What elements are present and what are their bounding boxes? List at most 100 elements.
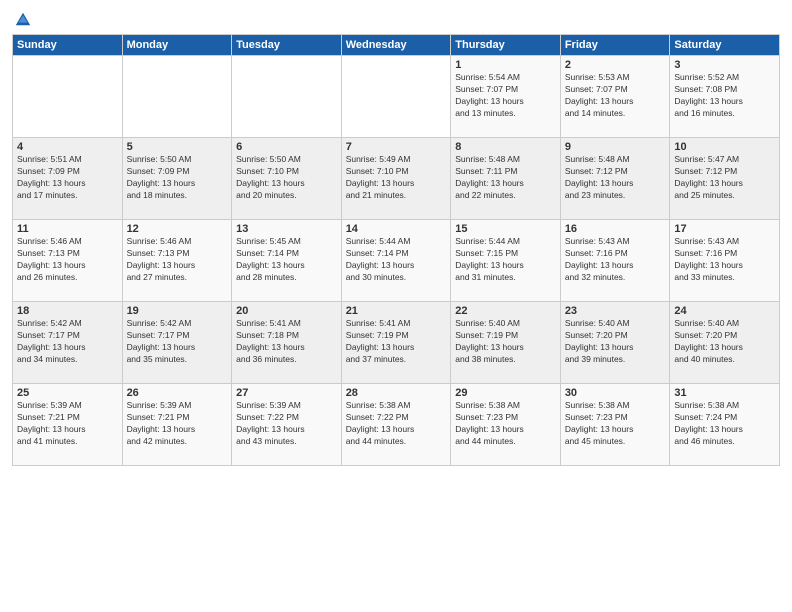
calendar-cell	[232, 56, 342, 138]
day-info: Sunrise: 5:38 AM Sunset: 7:24 PM Dayligh…	[674, 400, 775, 448]
day-info: Sunrise: 5:41 AM Sunset: 7:18 PM Dayligh…	[236, 318, 337, 366]
day-info: Sunrise: 5:42 AM Sunset: 7:17 PM Dayligh…	[127, 318, 228, 366]
calendar: SundayMondayTuesdayWednesdayThursdayFrid…	[12, 34, 780, 466]
day-number: 24	[674, 305, 775, 317]
day-info: Sunrise: 5:43 AM Sunset: 7:16 PM Dayligh…	[565, 236, 666, 284]
calendar-cell: 11Sunrise: 5:46 AM Sunset: 7:13 PM Dayli…	[13, 220, 123, 302]
day-number: 29	[455, 387, 556, 399]
calendar-cell: 7Sunrise: 5:49 AM Sunset: 7:10 PM Daylig…	[341, 138, 451, 220]
calendar-cell: 8Sunrise: 5:48 AM Sunset: 7:11 PM Daylig…	[451, 138, 561, 220]
day-info: Sunrise: 5:39 AM Sunset: 7:22 PM Dayligh…	[236, 400, 337, 448]
day-info: Sunrise: 5:39 AM Sunset: 7:21 PM Dayligh…	[17, 400, 118, 448]
calendar-cell: 18Sunrise: 5:42 AM Sunset: 7:17 PM Dayli…	[13, 302, 123, 384]
calendar-cell: 14Sunrise: 5:44 AM Sunset: 7:14 PM Dayli…	[341, 220, 451, 302]
day-number: 1	[455, 59, 556, 71]
logo	[12, 10, 32, 28]
week-row-4: 18Sunrise: 5:42 AM Sunset: 7:17 PM Dayli…	[13, 302, 780, 384]
weekday-header-monday: Monday	[122, 35, 232, 56]
day-number: 17	[674, 223, 775, 235]
day-info: Sunrise: 5:47 AM Sunset: 7:12 PM Dayligh…	[674, 154, 775, 202]
calendar-cell: 23Sunrise: 5:40 AM Sunset: 7:20 PM Dayli…	[560, 302, 670, 384]
weekday-header-wednesday: Wednesday	[341, 35, 451, 56]
day-info: Sunrise: 5:44 AM Sunset: 7:14 PM Dayligh…	[346, 236, 447, 284]
day-info: Sunrise: 5:50 AM Sunset: 7:09 PM Dayligh…	[127, 154, 228, 202]
day-info: Sunrise: 5:48 AM Sunset: 7:11 PM Dayligh…	[455, 154, 556, 202]
calendar-cell	[13, 56, 123, 138]
calendar-cell: 13Sunrise: 5:45 AM Sunset: 7:14 PM Dayli…	[232, 220, 342, 302]
day-info: Sunrise: 5:40 AM Sunset: 7:19 PM Dayligh…	[455, 318, 556, 366]
weekday-header-tuesday: Tuesday	[232, 35, 342, 56]
calendar-cell: 6Sunrise: 5:50 AM Sunset: 7:10 PM Daylig…	[232, 138, 342, 220]
day-info: Sunrise: 5:52 AM Sunset: 7:08 PM Dayligh…	[674, 72, 775, 120]
week-row-1: 1Sunrise: 5:54 AM Sunset: 7:07 PM Daylig…	[13, 56, 780, 138]
day-number: 10	[674, 141, 775, 153]
calendar-cell: 9Sunrise: 5:48 AM Sunset: 7:12 PM Daylig…	[560, 138, 670, 220]
calendar-cell: 15Sunrise: 5:44 AM Sunset: 7:15 PM Dayli…	[451, 220, 561, 302]
calendar-cell: 24Sunrise: 5:40 AM Sunset: 7:20 PM Dayli…	[670, 302, 780, 384]
calendar-cell: 27Sunrise: 5:39 AM Sunset: 7:22 PM Dayli…	[232, 384, 342, 466]
day-number: 20	[236, 305, 337, 317]
day-info: Sunrise: 5:49 AM Sunset: 7:10 PM Dayligh…	[346, 154, 447, 202]
weekday-header-friday: Friday	[560, 35, 670, 56]
calendar-cell: 22Sunrise: 5:40 AM Sunset: 7:19 PM Dayli…	[451, 302, 561, 384]
day-number: 4	[17, 141, 118, 153]
calendar-cell: 5Sunrise: 5:50 AM Sunset: 7:09 PM Daylig…	[122, 138, 232, 220]
weekday-header-sunday: Sunday	[13, 35, 123, 56]
weekday-header-thursday: Thursday	[451, 35, 561, 56]
day-number: 16	[565, 223, 666, 235]
day-info: Sunrise: 5:50 AM Sunset: 7:10 PM Dayligh…	[236, 154, 337, 202]
page: SundayMondayTuesdayWednesdayThursdayFrid…	[0, 0, 792, 612]
header	[12, 10, 780, 28]
calendar-cell: 26Sunrise: 5:39 AM Sunset: 7:21 PM Dayli…	[122, 384, 232, 466]
calendar-cell: 17Sunrise: 5:43 AM Sunset: 7:16 PM Dayli…	[670, 220, 780, 302]
day-number: 9	[565, 141, 666, 153]
calendar-cell: 28Sunrise: 5:38 AM Sunset: 7:22 PM Dayli…	[341, 384, 451, 466]
week-row-2: 4Sunrise: 5:51 AM Sunset: 7:09 PM Daylig…	[13, 138, 780, 220]
day-number: 15	[455, 223, 556, 235]
calendar-cell: 2Sunrise: 5:53 AM Sunset: 7:07 PM Daylig…	[560, 56, 670, 138]
week-row-3: 11Sunrise: 5:46 AM Sunset: 7:13 PM Dayli…	[13, 220, 780, 302]
day-number: 21	[346, 305, 447, 317]
weekday-header-saturday: Saturday	[670, 35, 780, 56]
day-info: Sunrise: 5:42 AM Sunset: 7:17 PM Dayligh…	[17, 318, 118, 366]
day-info: Sunrise: 5:45 AM Sunset: 7:14 PM Dayligh…	[236, 236, 337, 284]
day-number: 5	[127, 141, 228, 153]
calendar-cell: 16Sunrise: 5:43 AM Sunset: 7:16 PM Dayli…	[560, 220, 670, 302]
day-number: 23	[565, 305, 666, 317]
day-info: Sunrise: 5:48 AM Sunset: 7:12 PM Dayligh…	[565, 154, 666, 202]
day-info: Sunrise: 5:38 AM Sunset: 7:23 PM Dayligh…	[565, 400, 666, 448]
day-info: Sunrise: 5:54 AM Sunset: 7:07 PM Dayligh…	[455, 72, 556, 120]
calendar-cell: 21Sunrise: 5:41 AM Sunset: 7:19 PM Dayli…	[341, 302, 451, 384]
day-number: 6	[236, 141, 337, 153]
day-number: 3	[674, 59, 775, 71]
calendar-cell: 30Sunrise: 5:38 AM Sunset: 7:23 PM Dayli…	[560, 384, 670, 466]
day-info: Sunrise: 5:41 AM Sunset: 7:19 PM Dayligh…	[346, 318, 447, 366]
day-number: 12	[127, 223, 228, 235]
calendar-cell: 10Sunrise: 5:47 AM Sunset: 7:12 PM Dayli…	[670, 138, 780, 220]
day-number: 22	[455, 305, 556, 317]
calendar-cell: 1Sunrise: 5:54 AM Sunset: 7:07 PM Daylig…	[451, 56, 561, 138]
calendar-cell	[341, 56, 451, 138]
day-info: Sunrise: 5:43 AM Sunset: 7:16 PM Dayligh…	[674, 236, 775, 284]
calendar-cell: 29Sunrise: 5:38 AM Sunset: 7:23 PM Dayli…	[451, 384, 561, 466]
calendar-cell	[122, 56, 232, 138]
day-info: Sunrise: 5:39 AM Sunset: 7:21 PM Dayligh…	[127, 400, 228, 448]
day-info: Sunrise: 5:38 AM Sunset: 7:22 PM Dayligh…	[346, 400, 447, 448]
day-number: 18	[17, 305, 118, 317]
day-number: 8	[455, 141, 556, 153]
day-number: 27	[236, 387, 337, 399]
day-number: 13	[236, 223, 337, 235]
calendar-cell: 19Sunrise: 5:42 AM Sunset: 7:17 PM Dayli…	[122, 302, 232, 384]
day-number: 31	[674, 387, 775, 399]
day-number: 30	[565, 387, 666, 399]
day-info: Sunrise: 5:40 AM Sunset: 7:20 PM Dayligh…	[565, 318, 666, 366]
weekday-header-row: SundayMondayTuesdayWednesdayThursdayFrid…	[13, 35, 780, 56]
logo-icon	[14, 10, 32, 28]
day-number: 19	[127, 305, 228, 317]
calendar-cell: 12Sunrise: 5:46 AM Sunset: 7:13 PM Dayli…	[122, 220, 232, 302]
day-number: 26	[127, 387, 228, 399]
day-number: 2	[565, 59, 666, 71]
calendar-cell: 3Sunrise: 5:52 AM Sunset: 7:08 PM Daylig…	[670, 56, 780, 138]
calendar-cell: 20Sunrise: 5:41 AM Sunset: 7:18 PM Dayli…	[232, 302, 342, 384]
day-info: Sunrise: 5:40 AM Sunset: 7:20 PM Dayligh…	[674, 318, 775, 366]
